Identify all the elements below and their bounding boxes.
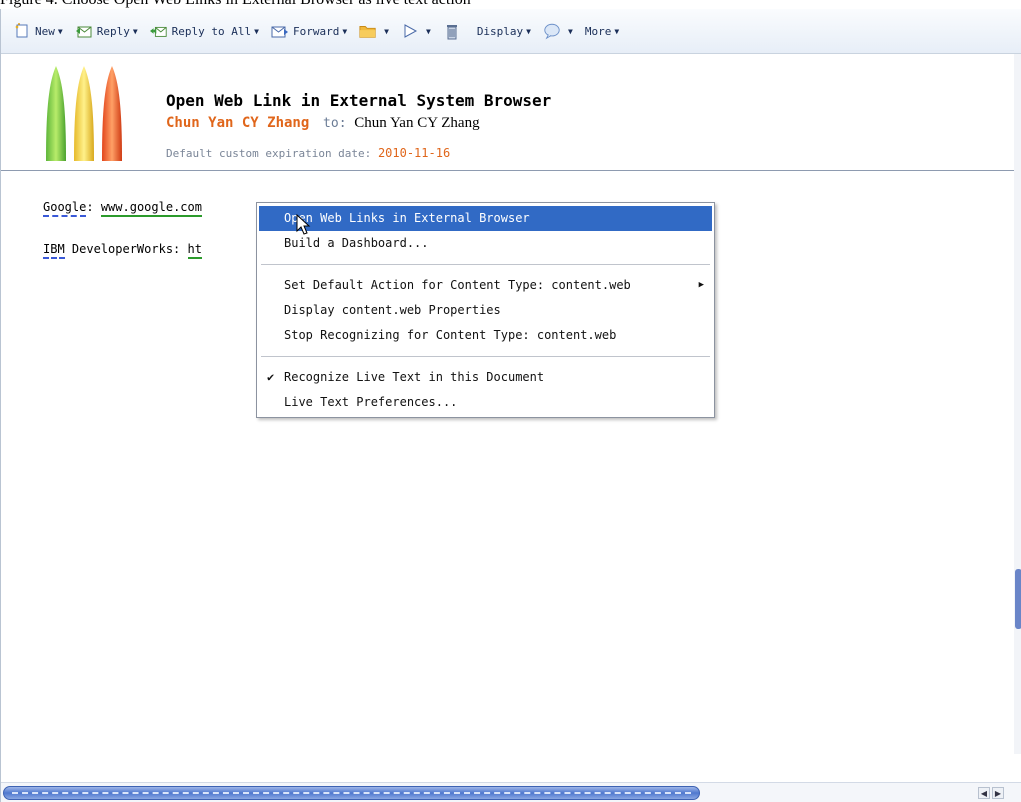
chevron-down-icon[interactable]: ▼ — [526, 27, 531, 36]
expiration-label: Default custom expiration date: — [166, 147, 372, 160]
live-text-context-menu: Open Web Links in External Browser Build… — [256, 202, 715, 418]
vertical-scrollbar[interactable] — [1014, 54, 1021, 754]
surfboard-logo-icon — [46, 66, 122, 161]
folder-button[interactable]: ▼ — [359, 19, 389, 43]
display-label: Display — [476, 24, 524, 38]
more-button[interactable]: More ▼ — [585, 19, 619, 43]
menu-item-live-text-preferences[interactable]: Live Text Preferences... — [259, 390, 712, 415]
flag-icon — [401, 22, 419, 40]
horizontal-scrollbar-thumb[interactable] — [3, 786, 700, 800]
figure-caption: Figure 4. Choose Open Web Links in Exter… — [0, 0, 1021, 9]
follow-up-button[interactable]: ▼ — [401, 19, 431, 43]
message-header: Open Web Link in External System Browser… — [1, 54, 1021, 171]
vertical-scrollbar-thumb[interactable] — [1015, 569, 1021, 629]
live-text-google[interactable]: Google — [43, 200, 87, 217]
expiration-date: 2010-11-16 — [377, 146, 451, 160]
from-line: Chun Yan CY Zhang to: Chun Yan CY Zhang — [166, 115, 480, 132]
scroll-left-icon[interactable]: ◀ — [978, 787, 990, 799]
menu-item-label: Live Text Preferences... — [284, 395, 458, 409]
live-text-ibm-link[interactable]: ht — [187, 242, 202, 259]
colon-text: : — [86, 200, 94, 214]
reply-icon — [75, 22, 93, 40]
trash-icon — [443, 22, 461, 40]
chevron-down-icon[interactable]: ▼ — [384, 27, 389, 36]
body-line-google: Google: www.google.com — [43, 200, 202, 217]
developerworks-text: DeveloperWorks: — [64, 242, 188, 256]
menu-item-open-web-links[interactable]: Open Web Links in External Browser — [259, 206, 712, 231]
chevron-down-icon[interactable]: ▼ — [568, 27, 573, 36]
menu-item-label: Set Default Action for Content Type: con… — [284, 278, 631, 292]
chevron-down-icon[interactable]: ▼ — [342, 27, 347, 36]
new-button[interactable]: New ▼ — [13, 19, 63, 43]
reply-to-all-label: Reply to All — [171, 24, 252, 38]
menu-item-label: Build a Dashboard... — [284, 236, 429, 250]
live-text-ibm[interactable]: IBM — [43, 242, 65, 259]
reply-label: Reply — [96, 24, 130, 38]
message-subject: Open Web Link in External System Browser — [166, 91, 552, 110]
reply-button[interactable]: Reply ▼ — [75, 19, 138, 43]
display-button[interactable]: Display ▼ — [477, 19, 531, 43]
body-line-ibm: IBM DeveloperWorks: ht — [43, 242, 202, 259]
chevron-down-icon[interactable]: ▼ — [58, 27, 63, 36]
chat-bubble-icon — [543, 22, 561, 40]
new-label: New — [35, 24, 55, 38]
menu-item-recognize-live-text[interactable]: ✔ Recognize Live Text in this Document — [259, 365, 712, 390]
action-toolbar: New ▼ Reply ▼ Reply to All ▼ Forward ▼ ▼… — [1, 9, 1021, 54]
forward-label: Forward — [292, 24, 340, 38]
chat-button[interactable]: ▼ — [543, 19, 573, 43]
chevron-down-icon[interactable]: ▼ — [426, 27, 431, 36]
delete-button[interactable] — [443, 19, 465, 43]
chevron-down-icon[interactable]: ▼ — [614, 27, 619, 36]
submenu-arrow-icon: ▶ — [698, 280, 704, 290]
folder-icon — [359, 22, 377, 40]
menu-item-stop-recognizing[interactable]: Stop Recognizing for Content Type: conte… — [259, 323, 712, 348]
menu-item-label: Recognize Live Text in this Document — [284, 370, 545, 384]
menu-item-label: Stop Recognizing for Content Type: conte… — [284, 328, 617, 342]
reply-all-icon — [149, 22, 168, 40]
chevron-down-icon[interactable]: ▼ — [254, 27, 259, 36]
horizontal-scrollbar[interactable]: ◀ ▶ — [1, 782, 1021, 802]
reply-to-all-button[interactable]: Reply to All ▼ — [149, 19, 259, 43]
menu-item-display-properties[interactable]: Display content.web Properties — [259, 298, 712, 323]
forward-icon — [271, 22, 289, 40]
scroll-right-icon[interactable]: ▶ — [992, 787, 1004, 799]
menu-separator — [261, 356, 710, 357]
menu-item-build-dashboard[interactable]: Build a Dashboard... — [259, 231, 712, 256]
recipient-name[interactable]: Chun Yan CY Zhang — [354, 115, 479, 131]
to-label: to: — [323, 116, 347, 131]
new-document-icon — [13, 22, 31, 40]
menu-item-label: Open Web Links in External Browser — [284, 211, 530, 225]
checkmark-icon: ✔ — [267, 370, 275, 384]
forward-button[interactable]: Forward ▼ — [271, 19, 347, 43]
expiration-line: Default custom expiration date: 2010-11-… — [166, 146, 450, 160]
chevron-down-icon[interactable]: ▼ — [133, 27, 138, 36]
menu-separator — [261, 264, 710, 265]
mouse-cursor-icon — [296, 214, 311, 235]
live-text-google-link[interactable]: www.google.com — [100, 200, 202, 217]
menu-item-label: Display content.web Properties — [284, 303, 501, 317]
sender-name[interactable]: Chun Yan CY Zhang — [166, 115, 309, 131]
more-label: More — [584, 24, 612, 38]
menu-item-set-default-action[interactable]: Set Default Action for Content Type: con… — [259, 273, 712, 298]
